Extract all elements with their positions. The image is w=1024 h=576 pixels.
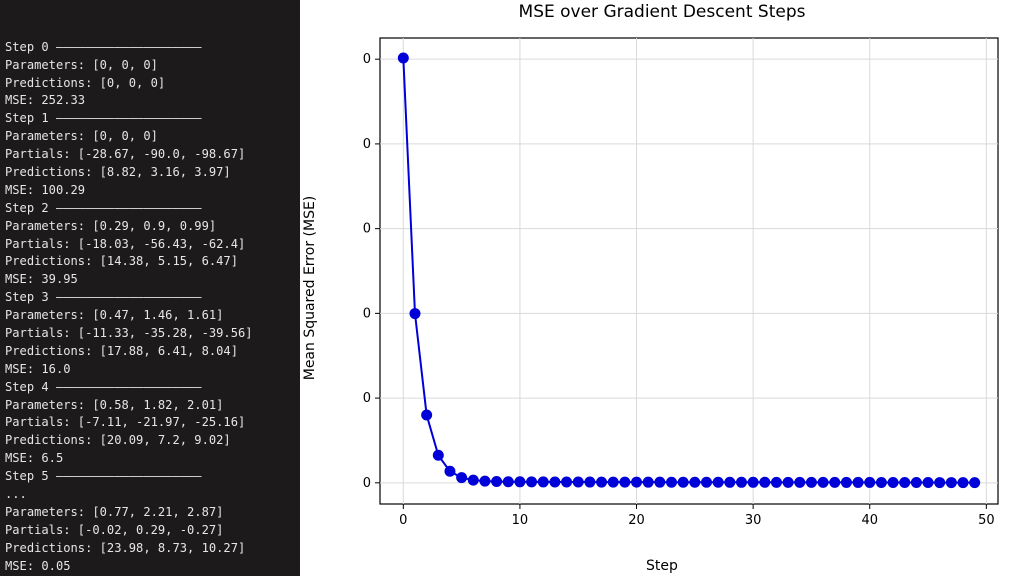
- terminal-line: Parameters: [0.29, 0.9, 0.99]: [5, 218, 295, 236]
- chart-data-point: [911, 478, 921, 488]
- svg-text:60: 60: [362, 222, 371, 237]
- terminal-line: Partials: [-11.33, -35.28, -39.56]: [5, 325, 295, 343]
- chart-data-point: [433, 450, 443, 460]
- chart-data-point: [457, 473, 467, 483]
- chart-data-point: [690, 477, 700, 487]
- svg-text:50: 50: [978, 513, 995, 528]
- terminal-line: Parameters: [0.47, 1.46, 1.61]: [5, 307, 295, 325]
- chart-data-point: [853, 477, 863, 487]
- chart-data-point: [888, 477, 898, 487]
- terminal-line: Predictions: [0, 0, 0]: [5, 75, 295, 93]
- chart-panel: MSE over Gradient Descent Steps Mean Squ…: [300, 0, 1024, 576]
- chart-data-point: [445, 466, 455, 476]
- svg-text:20: 20: [362, 391, 371, 406]
- terminal-line: Predictions: [23.98, 8.73, 10.27]: [5, 540, 295, 558]
- chart-data-point: [492, 477, 502, 487]
- chart-plot: 0 10 20 30 40 50 0 20 40 60 80 100: [362, 30, 1008, 534]
- chart-data-point: [562, 477, 572, 487]
- chart-ylabel: Mean Squared Error (MSE): [302, 196, 318, 381]
- chart-data-point: [620, 477, 630, 487]
- chart-data-point: [818, 477, 828, 487]
- chart-data-point: [946, 478, 956, 488]
- chart-data-point: [468, 475, 478, 485]
- chart-data-point: [830, 477, 840, 487]
- chart-data-point: [632, 477, 642, 487]
- chart-data-point: [527, 477, 537, 487]
- svg-text:100: 100: [362, 52, 371, 67]
- chart-data-point: [573, 477, 583, 487]
- terminal-line: Predictions: [14.38, 5.15, 6.47]: [5, 253, 295, 271]
- chart-title: MSE over Gradient Descent Steps: [300, 2, 1024, 22]
- svg-text:80: 80: [362, 137, 371, 152]
- terminal-line: Partials: [-18.03, -56.43, -62.4]: [5, 236, 295, 254]
- terminal-line: ...: [5, 486, 295, 504]
- chart-data-point: [643, 477, 653, 487]
- terminal-line: MSE: 16.0: [5, 361, 295, 379]
- svg-text:0: 0: [399, 513, 407, 528]
- chart-data-point: [410, 309, 420, 319]
- terminal-line: Step 1 ————————————————————: [5, 110, 295, 128]
- chart-data-point: [923, 478, 933, 488]
- terminal-line: MSE: 100.29: [5, 182, 295, 200]
- terminal-line: Parameters: [0.77, 2.21, 2.87]: [5, 504, 295, 522]
- terminal-line: MSE: 39.95: [5, 271, 295, 289]
- terminal-line: Step 4 ————————————————————: [5, 379, 295, 397]
- svg-text:40: 40: [861, 513, 878, 528]
- terminal-line: Step 0 ————————————————————: [5, 39, 295, 57]
- chart-data-point: [701, 477, 711, 487]
- svg-text:10: 10: [512, 513, 529, 528]
- chart-data-point: [748, 477, 758, 487]
- chart-data-point: [585, 477, 595, 487]
- chart-data-point: [760, 477, 770, 487]
- chart-xlabel: Step: [300, 558, 1024, 574]
- svg-text:40: 40: [362, 306, 371, 321]
- terminal-line: Partials: [-7.11, -21.97, -25.16]: [5, 414, 295, 432]
- chart-data-point: [736, 477, 746, 487]
- terminal-line: Predictions: [8.82, 3.16, 3.97]: [5, 164, 295, 182]
- chart-data-point: [655, 477, 665, 487]
- chart-data-point: [503, 477, 513, 487]
- chart-data-point: [422, 410, 432, 420]
- chart-data-point: [538, 477, 548, 487]
- chart-data-point: [935, 478, 945, 488]
- chart-data-point: [970, 478, 980, 488]
- chart-data-point: [678, 477, 688, 487]
- svg-text:0: 0: [363, 476, 371, 491]
- terminal-line: MSE: 6.5: [5, 450, 295, 468]
- terminal-line: Partials: [-28.67, -90.0, -98.67]: [5, 146, 295, 164]
- terminal-line: MSE: 252.33: [5, 92, 295, 110]
- terminal-line: Step 3 ————————————————————: [5, 289, 295, 307]
- chart-data-point: [398, 53, 408, 63]
- chart-data-point: [783, 477, 793, 487]
- chart-data-point: [771, 477, 781, 487]
- chart-series-line: [403, 58, 974, 483]
- terminal-output: Step 0 ————————————————————Parameters: […: [0, 0, 300, 576]
- svg-text:20: 20: [628, 513, 645, 528]
- svg-text:30: 30: [745, 513, 762, 528]
- chart-data-point: [713, 477, 723, 487]
- chart-data-point: [876, 477, 886, 487]
- terminal-line: Predictions: [20.09, 7.2, 9.02]: [5, 432, 295, 450]
- chart-data-point: [841, 477, 851, 487]
- chart-data-point: [725, 477, 735, 487]
- chart-data-point: [550, 477, 560, 487]
- terminal-line: Step 2 ————————————————————: [5, 200, 295, 218]
- chart-data-point: [865, 477, 875, 487]
- chart-data-point: [515, 477, 525, 487]
- chart-data-point: [480, 476, 490, 486]
- chart-data-point: [667, 477, 677, 487]
- chart-data-point: [900, 477, 910, 487]
- chart-data-point: [958, 478, 968, 488]
- terminal-line: MSE: 0.05: [5, 558, 295, 576]
- terminal-line: Predictions: [17.88, 6.41, 8.04]: [5, 343, 295, 361]
- chart-data-point: [795, 477, 805, 487]
- chart-data-point: [597, 477, 607, 487]
- terminal-line: Parameters: [0.58, 1.82, 2.01]: [5, 397, 295, 415]
- terminal-line: Parameters: [0, 0, 0]: [5, 57, 295, 75]
- chart-data-point: [608, 477, 618, 487]
- chart-data-point: [806, 477, 816, 487]
- terminal-line: Partials: [-0.02, 0.29, -0.27]: [5, 522, 295, 540]
- terminal-line: Step 5 ————————————————————: [5, 468, 295, 486]
- terminal-line: Parameters: [0, 0, 0]: [5, 128, 295, 146]
